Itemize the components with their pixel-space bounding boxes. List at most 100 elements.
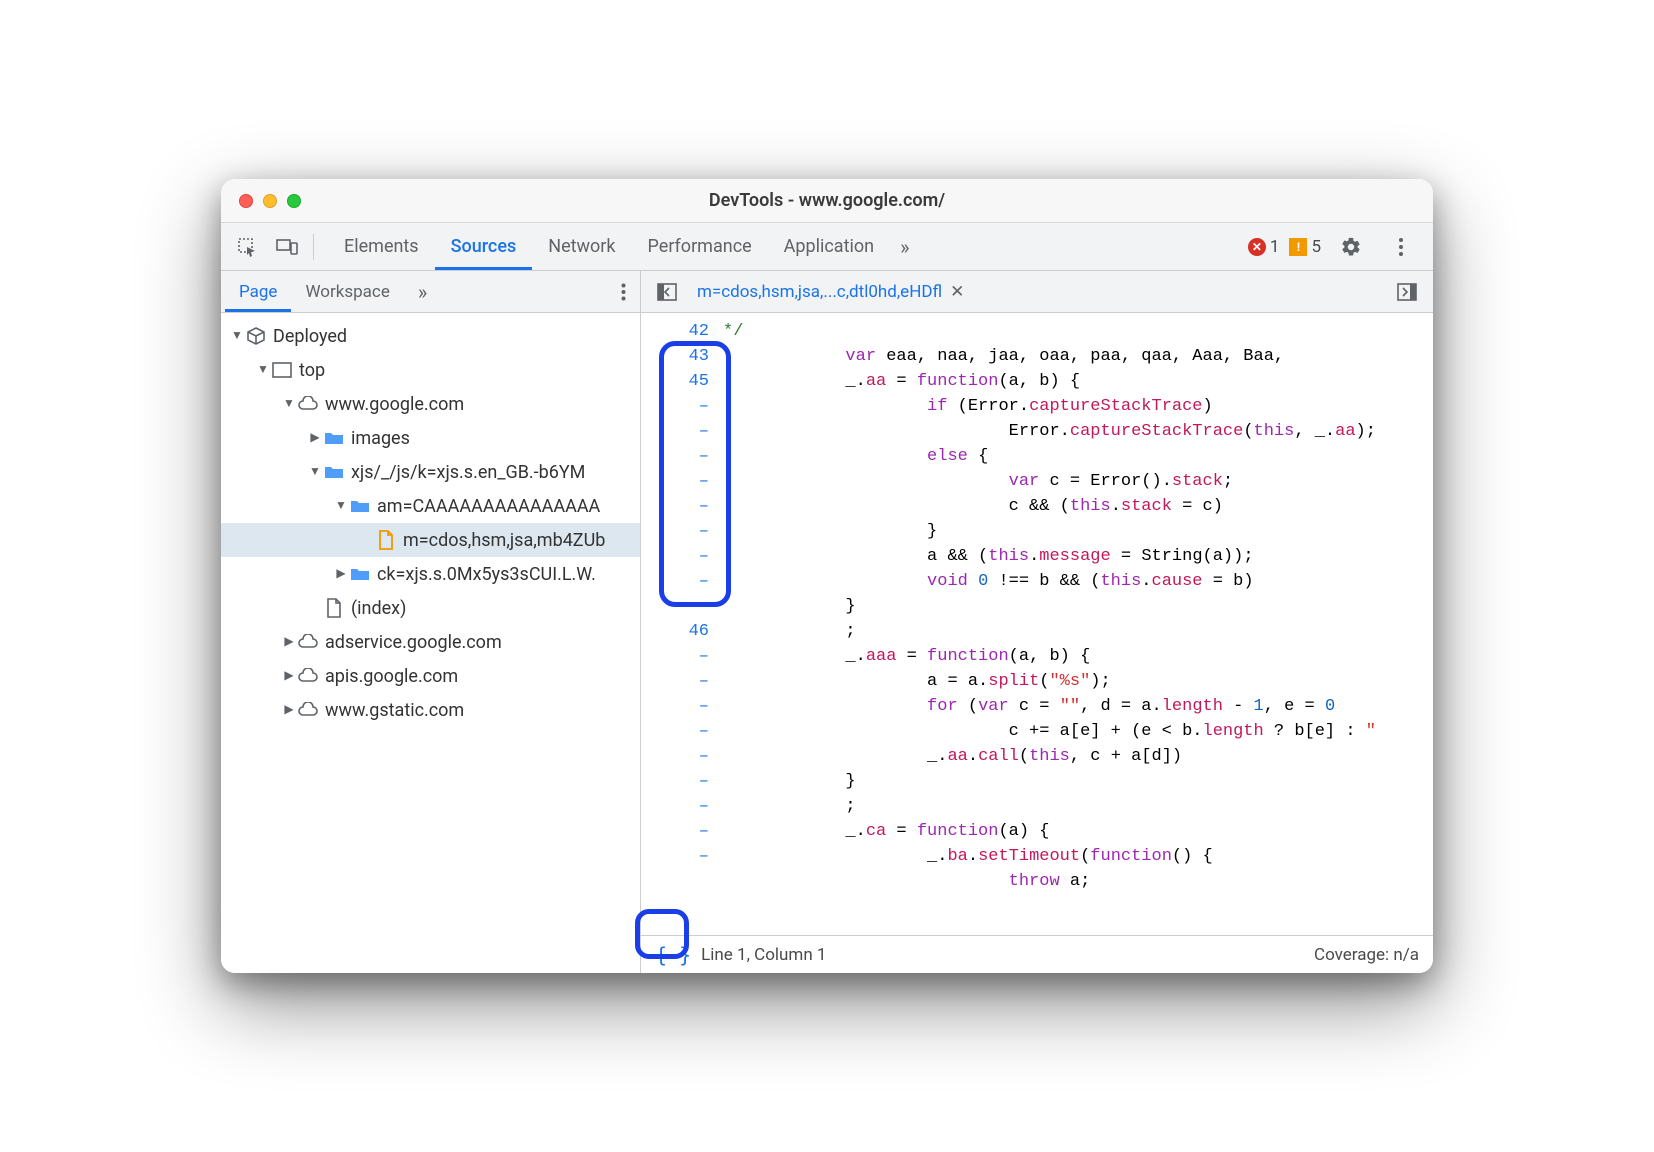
code-editor[interactable]: 424345–––––––––46––––––––– */ var eaa, n…: [641, 313, 1433, 935]
more-tabs-button[interactable]: »: [890, 235, 919, 259]
inspect-icon[interactable]: [231, 231, 263, 263]
tree-arrow-icon[interactable]: [333, 498, 349, 512]
gutter-line[interactable]: –: [641, 444, 709, 469]
tree-item-label: ck=xjs.s.0Mx5ys3sCUI.L.W.: [377, 564, 596, 585]
tree-item-label: Deployed: [273, 326, 347, 347]
gutter-line[interactable]: –: [641, 719, 709, 744]
gutter-line[interactable]: 46: [641, 619, 709, 644]
pretty-print-button[interactable]: { }: [655, 943, 691, 967]
navigator-more-button[interactable]: »: [408, 280, 437, 304]
tab-sources[interactable]: Sources: [435, 223, 533, 270]
error-icon: ✕: [1248, 238, 1266, 256]
gutter-line[interactable]: –: [641, 594, 709, 619]
tree-arrow-icon[interactable]: [281, 668, 297, 682]
device-toggle-icon[interactable]: [271, 231, 303, 263]
code-line: throw a;: [723, 869, 1433, 894]
tree-arrow-icon[interactable]: [229, 328, 245, 342]
kebab-menu-icon[interactable]: [1385, 231, 1417, 263]
close-tab-icon[interactable]: ✕: [950, 282, 964, 302]
tree-item[interactable]: am=CAAAAAAAAAAAAAAA: [221, 489, 640, 523]
panel-tabs: ElementsSourcesNetworkPerformanceApplica…: [328, 223, 890, 270]
gutter-line[interactable]: –: [641, 794, 709, 819]
editor-tab[interactable]: m=cdos,hsm,jsa,...c,dtl0hd,eHDfl ✕: [687, 282, 974, 302]
gutter-line[interactable]: –: [641, 569, 709, 594]
gutter-line[interactable]: –: [641, 394, 709, 419]
tree-arrow-icon[interactable]: [281, 634, 297, 648]
gutter-line[interactable]: –: [641, 644, 709, 669]
navigator-tab-page[interactable]: Page: [225, 271, 291, 312]
tree-item[interactable]: Deployed: [221, 319, 640, 353]
tree-item-label: xjs/_/js/k=xjs.s.en_GB.-b6YM: [351, 462, 585, 483]
gutter-line[interactable]: –: [641, 694, 709, 719]
code-content[interactable]: */ var eaa, naa, jaa, oaa, paa, qaa, Aaa…: [719, 313, 1433, 935]
code-line: a = a.split("%s");: [723, 669, 1433, 694]
tab-performance[interactable]: Performance: [632, 223, 768, 270]
gutter-line[interactable]: –: [641, 419, 709, 444]
tree-item[interactable]: www.gstatic.com: [221, 693, 640, 727]
warning-count-badge[interactable]: ! 5: [1289, 237, 1321, 257]
code-line: ;: [723, 794, 1433, 819]
tree-arrow-icon[interactable]: [307, 464, 323, 478]
file-tree: Deployed topwww.google.com images xjs/_/js/…: [221, 313, 640, 973]
gutter-line[interactable]: 42: [641, 319, 709, 344]
tree-item-label: top: [299, 360, 325, 381]
toggle-navigator-icon[interactable]: [651, 276, 683, 308]
tree-item-label: www.google.com: [325, 394, 464, 415]
code-line: _.ca = function(a) {: [723, 819, 1433, 844]
coverage-status: Coverage: n/a: [1314, 945, 1419, 965]
tree-item[interactable]: adservice.google.com: [221, 625, 640, 659]
tree-item[interactable]: m=cdos,hsm,jsa,mb4ZUb: [221, 523, 640, 557]
tree-item-label: adservice.google.com: [325, 632, 502, 653]
tree-item[interactable]: ck=xjs.s.0Mx5ys3sCUI.L.W.: [221, 557, 640, 591]
settings-icon[interactable]: [1335, 231, 1367, 263]
tree-item-label: apis.google.com: [325, 666, 458, 687]
code-line: Error.captureStackTrace(this, _.aa);: [723, 419, 1433, 444]
tree-arrow-icon[interactable]: [255, 362, 271, 376]
error-count-badge[interactable]: ✕ 1: [1248, 237, 1280, 257]
cloud-icon: [297, 631, 319, 653]
navigator-panel: PageWorkspace » Deployed topwww.google.co…: [221, 271, 641, 973]
tree-item[interactable]: top: [221, 353, 640, 387]
folder-icon: [349, 563, 371, 585]
devtools-window: DevTools - www.google.com/ ElementsSourc…: [221, 179, 1433, 973]
editor-panel: m=cdos,hsm,jsa,...c,dtl0hd,eHDfl ✕ 42434…: [641, 271, 1433, 973]
gutter-line[interactable]: –: [641, 544, 709, 569]
code-line: c += a[e] + (e < b.length ? b[e] : ": [723, 719, 1433, 744]
gutter-line[interactable]: –: [641, 469, 709, 494]
tree-item[interactable]: www.google.com: [221, 387, 640, 421]
navigator-tab-workspace[interactable]: Workspace: [291, 271, 403, 312]
line-gutter[interactable]: 424345–––––––––46–––––––––: [641, 313, 719, 935]
gutter-line[interactable]: –: [641, 819, 709, 844]
code-line: for (var c = "", d = a.length - 1, e = 0: [723, 694, 1433, 719]
gutter-line[interactable]: –: [641, 844, 709, 869]
tree-item[interactable]: xjs/_/js/k=xjs.s.en_GB.-b6YM: [221, 455, 640, 489]
gutter-line[interactable]: –: [641, 669, 709, 694]
tree-arrow-icon[interactable]: [281, 702, 297, 716]
gutter-line[interactable]: 45: [641, 369, 709, 394]
gutter-line[interactable]: 43: [641, 344, 709, 369]
tree-item[interactable]: apis.google.com: [221, 659, 640, 693]
tab-network[interactable]: Network: [532, 223, 631, 270]
editor-tab-label: m=cdos,hsm,jsa,...c,dtl0hd,eHDfl: [697, 282, 942, 302]
gutter-line[interactable]: –: [641, 494, 709, 519]
tree-arrow-icon[interactable]: [333, 566, 349, 580]
tree-item-label: www.gstatic.com: [325, 700, 464, 721]
toggle-debugger-icon[interactable]: [1391, 276, 1423, 308]
code-line: _.ba.setTimeout(function() {: [723, 844, 1433, 869]
code-line: a && (this.message = String(a));: [723, 544, 1433, 569]
tab-application[interactable]: Application: [768, 223, 890, 270]
tab-elements[interactable]: Elements: [328, 223, 435, 270]
navigator-tabs: PageWorkspace »: [221, 271, 640, 313]
tree-arrow-icon[interactable]: [281, 396, 297, 410]
tree-item[interactable]: images: [221, 421, 640, 455]
cube-icon: [245, 325, 267, 347]
gutter-line[interactable]: –: [641, 769, 709, 794]
gutter-line[interactable]: –: [641, 519, 709, 544]
tree-item[interactable]: (index): [221, 591, 640, 625]
main-toolbar: ElementsSourcesNetworkPerformanceApplica…: [221, 223, 1433, 271]
gutter-line[interactable]: –: [641, 744, 709, 769]
code-line: ;: [723, 619, 1433, 644]
navigator-kebab-icon[interactable]: [611, 283, 636, 301]
tree-arrow-icon[interactable]: [307, 430, 323, 444]
tree-item-label: (index): [351, 598, 406, 619]
